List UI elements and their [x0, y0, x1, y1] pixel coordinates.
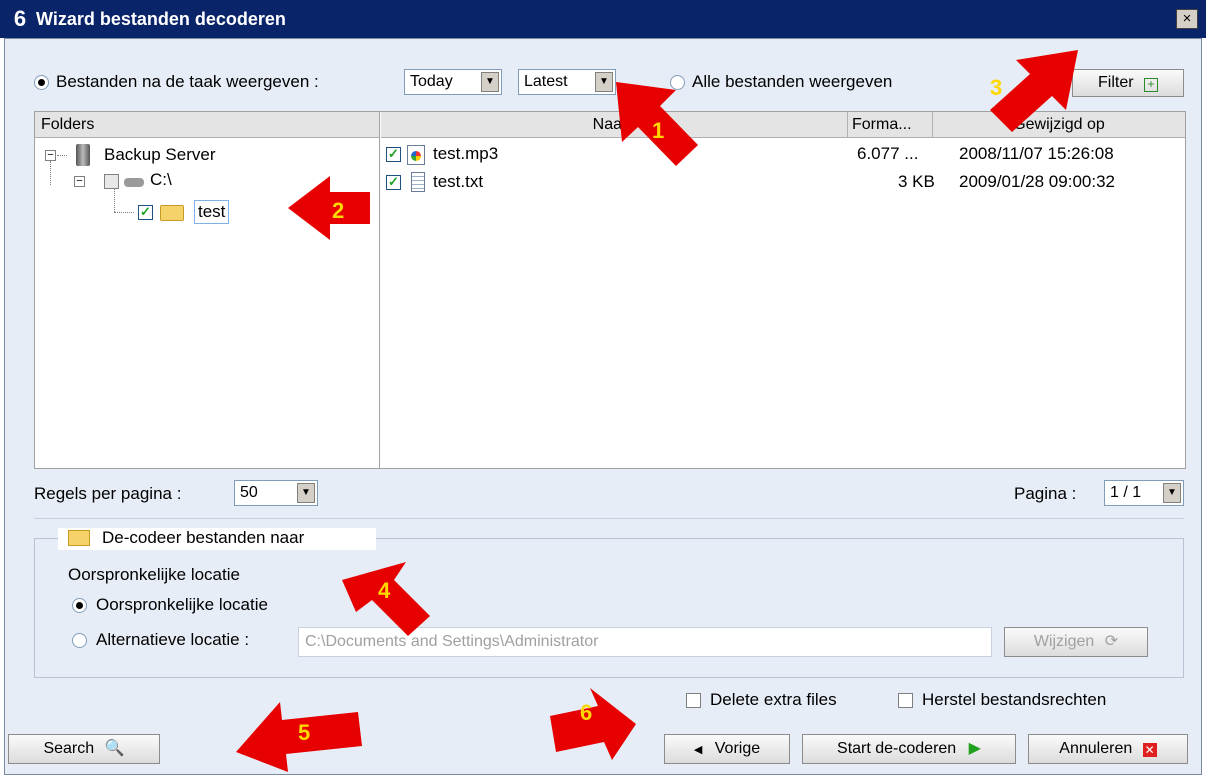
- marker-label-4: 4: [378, 578, 391, 603]
- marker-arrow-2: [288, 176, 370, 240]
- annotation-layer: 1 2 3 4 5 6: [236, 50, 1078, 772]
- marker-label-2: 2: [332, 198, 344, 223]
- marker-label-6: 6: [580, 700, 592, 725]
- marker-arrow-3: [990, 50, 1078, 132]
- marker-label-3: 3: [990, 75, 1002, 100]
- marker-arrow-6: [550, 688, 636, 760]
- marker-label-5: 5: [298, 720, 310, 745]
- marker-label-1: 1: [652, 118, 664, 143]
